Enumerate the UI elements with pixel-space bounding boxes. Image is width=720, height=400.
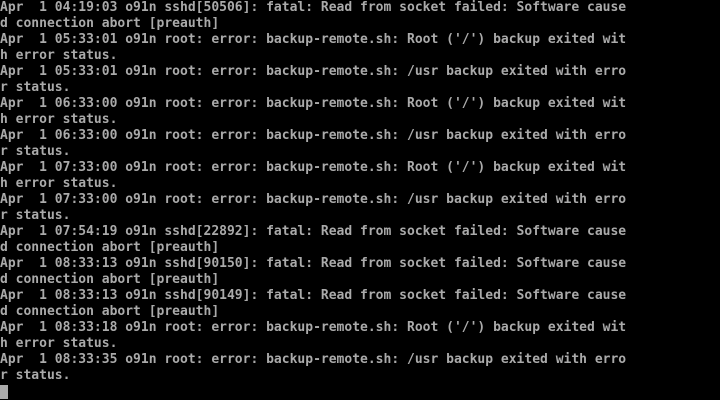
- console-line: Apr 1 05:33:01 o91n root: error: backup-…: [0, 64, 627, 79]
- console-line: r status.: [0, 80, 71, 95]
- console-line: Apr 1 06:33:00 o91n root: error: backup-…: [0, 128, 627, 143]
- console-line: Apr 1 07:54:19 o91n sshd[22892]: fatal: …: [0, 224, 627, 239]
- console-line: d connection abort [preauth]: [0, 272, 220, 287]
- console-line: Apr 1 08:33:18 o91n root: error: backup-…: [0, 320, 627, 335]
- console-line: d connection abort [preauth]: [0, 304, 220, 319]
- console-output: Apr 1 04:19:03 o91n sshd[50506]: fatal: …: [0, 0, 720, 384]
- console-line: r status.: [0, 208, 71, 223]
- console-line: Apr 1 08:33:13 o91n sshd[90150]: fatal: …: [0, 256, 627, 271]
- console-line: h error status.: [0, 176, 118, 191]
- console-line: Apr 1 04:19:03 o91n sshd[50506]: fatal: …: [0, 0, 627, 15]
- console-line: r status.: [0, 368, 71, 383]
- console-line: Apr 1 08:33:35 o91n root: error: backup-…: [0, 352, 627, 367]
- console-line: h error status.: [0, 48, 118, 63]
- console-line: Apr 1 07:33:00 o91n root: error: backup-…: [0, 160, 627, 175]
- console-line: h error status.: [0, 336, 118, 351]
- text-cursor: [0, 385, 8, 399]
- console-line: d connection abort [preauth]: [0, 240, 220, 255]
- console-line: Apr 1 06:33:00 o91n root: error: backup-…: [0, 96, 627, 111]
- console-line: Apr 1 05:33:01 o91n root: error: backup-…: [0, 32, 627, 47]
- console-line: r status.: [0, 144, 71, 159]
- console-line: Apr 1 07:33:00 o91n root: error: backup-…: [0, 192, 627, 207]
- console-line: d connection abort [preauth]: [0, 16, 220, 31]
- text-console[interactable]: Apr 1 04:19:03 o91n sshd[50506]: fatal: …: [0, 0, 720, 400]
- console-line: h error status.: [0, 112, 118, 127]
- console-line: Apr 1 08:33:13 o91n sshd[90149]: fatal: …: [0, 288, 627, 303]
